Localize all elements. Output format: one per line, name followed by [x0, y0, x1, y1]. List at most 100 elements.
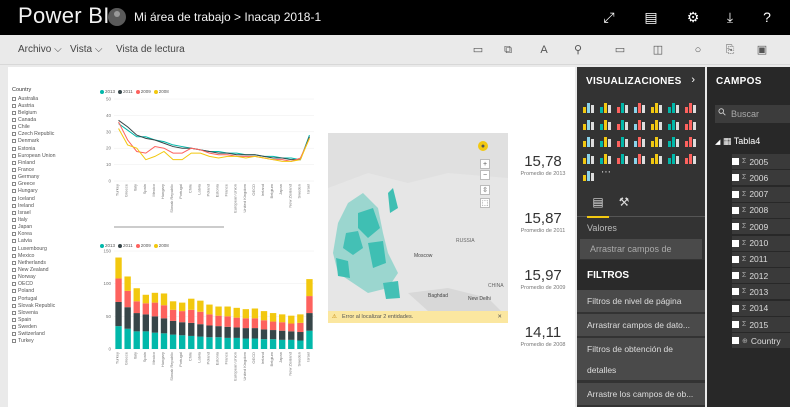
checkbox-icon[interactable] [12, 103, 16, 108]
download-icon[interactable]: ⤓ [719, 6, 741, 28]
menu-vista[interactable]: Vista ⌵ [70, 44, 102, 55]
refresh-icon[interactable]: ○ [690, 42, 706, 58]
field-item[interactable]: Σ 2010 [732, 235, 790, 251]
field-item[interactable]: Σ 2006 [732, 170, 790, 186]
card-2013[interactable]: 15,78 Promedio de 2013 [513, 153, 573, 177]
map-icon[interactable] [632, 133, 648, 149]
checkbox-icon[interactable] [12, 125, 16, 130]
bar-segment[interactable] [306, 330, 313, 349]
country-slicer[interactable]: Country Australia Austria Belgium Canada Chi… [8, 87, 98, 407]
bar-segment[interactable] [279, 314, 286, 323]
bar-segment[interactable] [251, 318, 259, 329]
slicer-item[interactable]: Australia [12, 95, 98, 102]
checkbox-icon[interactable] [12, 146, 16, 151]
chevron-right-icon[interactable]: › [691, 74, 695, 86]
slicer-item[interactable]: Hungary [12, 188, 98, 195]
checkbox-icon[interactable] [12, 139, 16, 144]
checkbox-icon[interactable] [12, 196, 16, 201]
matrix-icon[interactable] [666, 150, 682, 166]
bar-segment[interactable] [179, 302, 186, 312]
checkbox-icon[interactable] [12, 246, 16, 251]
checkbox-icon[interactable] [12, 210, 16, 215]
bar-segment[interactable] [215, 306, 222, 316]
bar-segment[interactable] [297, 314, 304, 323]
table-icon[interactable] [649, 150, 665, 166]
comment-icon[interactable]: ▤ [640, 6, 662, 28]
field-item[interactable]: Σ 2012 [732, 268, 790, 284]
slicer-item[interactable]: Iceland [12, 195, 98, 202]
bar-segment[interactable] [197, 336, 204, 349]
slicer-item[interactable]: Japan [12, 224, 98, 231]
bar-segment[interactable] [188, 298, 195, 310]
bar-segment[interactable] [124, 328, 131, 349]
checkbox-icon[interactable] [12, 232, 16, 237]
checkbox-icon[interactable] [12, 267, 16, 272]
checkbox-icon[interactable] [732, 223, 739, 231]
100-column-icon[interactable] [666, 99, 682, 115]
checkbox-icon[interactable] [12, 282, 16, 287]
stacked-bar-chart[interactable]: 2013 2011 2009 2008 0 50 100 150 Turkey Greece It… [98, 243, 320, 383]
bar-segment[interactable] [206, 325, 213, 338]
bar-segment[interactable] [115, 278, 122, 302]
bar-segment[interactable] [169, 309, 177, 321]
slicer-item[interactable]: Finland [12, 159, 98, 166]
slicer-item[interactable]: Israel [12, 209, 98, 216]
bar-segment[interactable] [260, 320, 268, 330]
field-item[interactable]: Σ 2014 [732, 300, 790, 316]
bar-segment[interactable] [297, 322, 304, 333]
select-icon[interactable]: ⬚ [480, 198, 490, 208]
bar-segment[interactable] [133, 331, 140, 349]
scrollbar[interactable] [114, 226, 224, 228]
save-icon[interactable]: ▣ [754, 42, 770, 58]
line-icon[interactable] [683, 99, 699, 115]
bar-segment[interactable] [151, 292, 159, 303]
slicer-item[interactable]: European Union [12, 152, 98, 159]
multirow-card-icon[interactable] [581, 150, 597, 166]
menu-archivo[interactable]: Archivo ⌵ [18, 44, 62, 55]
compass-icon[interactable]: ⇳ [480, 185, 490, 195]
bar-segment[interactable] [142, 303, 149, 315]
page-filters-drop[interactable]: Arrastrar campos de dato... [577, 314, 705, 336]
reading-view-button[interactable]: Vista de lectura [116, 44, 185, 55]
zoom-out-button[interactable]: − [480, 170, 490, 180]
kpi-icon[interactable] [615, 150, 631, 166]
field-item[interactable]: ⊕ Country [732, 333, 790, 349]
clustered-column-icon[interactable] [632, 99, 648, 115]
field-item[interactable]: Σ 2008 [732, 202, 790, 218]
ribbon-icon[interactable] [649, 116, 665, 132]
slicer-item[interactable]: Estonia [12, 145, 98, 152]
scatter-icon[interactable] [683, 116, 699, 132]
bar-segment[interactable] [179, 322, 186, 336]
card-icon[interactable] [598, 150, 614, 166]
series-line[interactable] [118, 128, 310, 162]
bar-segment[interactable] [179, 335, 186, 349]
bar-segment[interactable] [269, 330, 277, 340]
slicer-item[interactable]: Slovenia [12, 309, 98, 316]
gauge-icon[interactable] [683, 133, 699, 149]
textbox-icon[interactable]: A [536, 42, 552, 58]
line-clustered-icon[interactable] [632, 116, 648, 132]
bar-segment[interactable] [124, 307, 131, 329]
checkbox-icon[interactable] [12, 182, 16, 187]
bar-segment[interactable] [233, 337, 240, 349]
bar-segment[interactable] [224, 316, 231, 327]
checkbox-icon[interactable] [12, 253, 16, 258]
bar-segment[interactable] [206, 304, 213, 315]
checkbox-icon[interactable] [12, 160, 16, 165]
bar-segment[interactable] [242, 338, 249, 349]
slicer-item[interactable]: Belgium [12, 109, 98, 116]
fields-tab-icon[interactable]: ▤ [587, 195, 609, 218]
workspace-avatar-icon[interactable] [108, 8, 126, 26]
image-icon[interactable]: ◫ [650, 42, 666, 58]
bar-segment[interactable] [242, 328, 249, 339]
checkbox-icon[interactable] [732, 255, 739, 263]
bar-segment[interactable] [233, 307, 240, 318]
bar-segment[interactable] [151, 302, 159, 317]
slicer-item[interactable]: Italy [12, 216, 98, 223]
bar-segment[interactable] [142, 331, 149, 349]
feedback-icon[interactable]: ☺ [784, 6, 790, 28]
zoom-in-button[interactable]: + [480, 159, 490, 169]
bar-segment[interactable] [115, 257, 122, 279]
table-node[interactable]: ◢ ▦ Tabla4 [715, 136, 760, 147]
checkbox-icon[interactable] [732, 272, 739, 280]
